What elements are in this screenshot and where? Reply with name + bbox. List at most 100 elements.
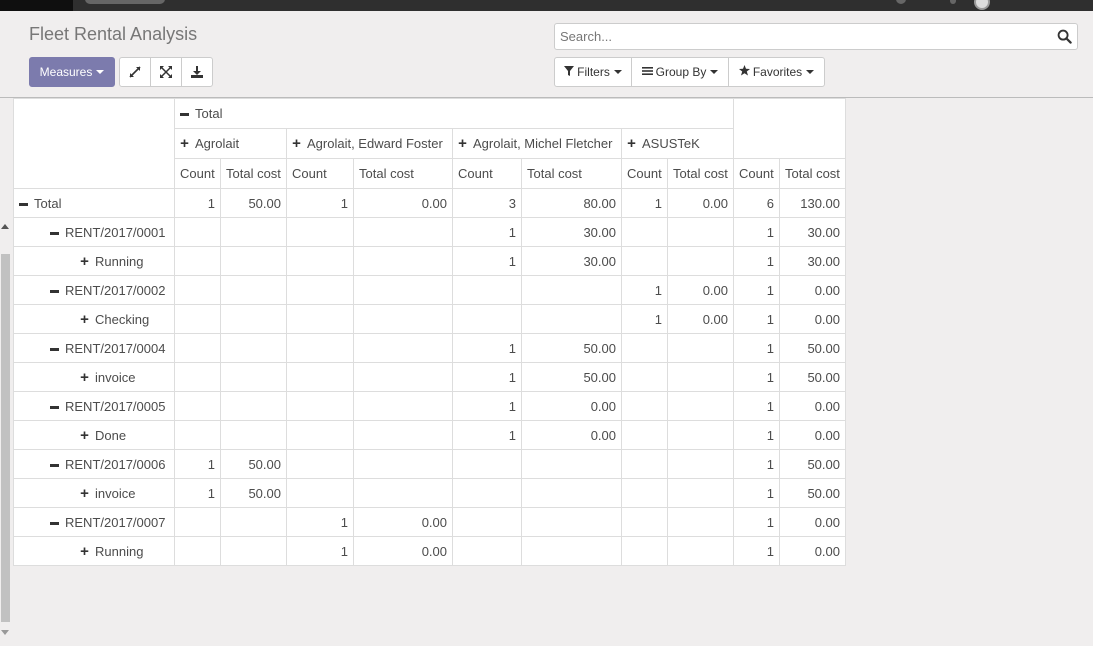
pivot-cell[interactable]: 0.00 bbox=[667, 304, 734, 334]
pivot-cell[interactable] bbox=[353, 217, 453, 247]
collapse-icon[interactable] bbox=[50, 341, 59, 356]
pivot-cell[interactable] bbox=[667, 449, 734, 479]
pivot-cell[interactable] bbox=[220, 333, 287, 363]
expand-header-icon[interactable]: + bbox=[80, 254, 89, 269]
col-header-group[interactable]: + Agrolait bbox=[174, 128, 287, 159]
pivot-cell[interactable] bbox=[286, 275, 354, 305]
scroll-down-arrow-icon[interactable] bbox=[1, 630, 9, 635]
pivot-cell[interactable]: 1 bbox=[174, 449, 221, 479]
measure-header-total-cost[interactable]: Total cost bbox=[220, 158, 287, 189]
expand-header-icon[interactable]: + bbox=[627, 136, 636, 151]
pivot-cell[interactable] bbox=[621, 536, 668, 566]
row-header[interactable]: + Done bbox=[13, 420, 175, 450]
pivot-cell[interactable] bbox=[220, 275, 287, 305]
pivot-total-cell[interactable]: 1 bbox=[733, 478, 780, 508]
pivot-total-cell[interactable]: 0.00 bbox=[779, 275, 846, 305]
collapse-icon[interactable] bbox=[50, 283, 59, 298]
pivot-cell[interactable]: 0.00 bbox=[521, 391, 622, 421]
pivot-total-cell[interactable]: 50.00 bbox=[779, 449, 846, 479]
pivot-cell[interactable]: 80.00 bbox=[521, 188, 622, 218]
measure-header-count[interactable]: Count bbox=[621, 158, 668, 189]
collapse-icon[interactable] bbox=[50, 515, 59, 530]
pivot-cell[interactable] bbox=[220, 536, 287, 566]
pivot-cell[interactable] bbox=[286, 420, 354, 450]
pivot-cell[interactable] bbox=[667, 507, 734, 537]
pivot-cell[interactable] bbox=[174, 507, 221, 537]
pivot-cell[interactable]: 1 bbox=[286, 507, 354, 537]
download-button[interactable] bbox=[181, 57, 213, 87]
pivot-cell[interactable] bbox=[521, 536, 622, 566]
expand-header-icon[interactable]: + bbox=[80, 544, 89, 559]
pivot-cell[interactable] bbox=[353, 449, 453, 479]
favorites-button[interactable]: Favorites bbox=[728, 57, 825, 87]
pivot-cell[interactable] bbox=[220, 391, 287, 421]
pivot-cell[interactable] bbox=[353, 275, 453, 305]
fullscreen-button[interactable] bbox=[150, 57, 182, 87]
navbar-menu-fragment[interactable] bbox=[85, 0, 165, 4]
pivot-cell[interactable] bbox=[521, 449, 622, 479]
pivot-cell[interactable]: 1 bbox=[174, 478, 221, 508]
row-header[interactable]: + Checking bbox=[13, 304, 175, 334]
measure-header-count[interactable]: Count bbox=[733, 158, 780, 189]
expand-button[interactable] bbox=[119, 57, 151, 87]
row-header[interactable]: + invoice bbox=[13, 478, 175, 508]
pivot-cell[interactable] bbox=[452, 449, 522, 479]
pivot-cell[interactable]: 0.00 bbox=[353, 188, 453, 218]
pivot-cell[interactable]: 1 bbox=[621, 188, 668, 218]
pivot-cell[interactable]: 0.00 bbox=[667, 188, 734, 218]
pivot-total-cell[interactable]: 1 bbox=[733, 449, 780, 479]
pivot-cell[interactable] bbox=[174, 536, 221, 566]
pivot-cell[interactable]: 0.00 bbox=[353, 507, 453, 537]
row-header[interactable]: RENT/2017/0005 bbox=[13, 391, 175, 421]
pivot-cell[interactable]: 3 bbox=[452, 188, 522, 218]
measure-header-total-cost[interactable]: Total cost bbox=[353, 158, 453, 189]
row-header[interactable]: RENT/2017/0002 bbox=[13, 275, 175, 305]
pivot-cell[interactable] bbox=[220, 362, 287, 392]
pivot-total-cell[interactable]: 130.00 bbox=[779, 188, 846, 218]
pivot-cell[interactable] bbox=[667, 362, 734, 392]
pivot-cell[interactable]: 1 bbox=[452, 362, 522, 392]
collapse-icon[interactable] bbox=[19, 196, 28, 211]
measure-header-total-cost[interactable]: Total cost bbox=[521, 158, 622, 189]
pivot-cell[interactable] bbox=[286, 478, 354, 508]
scrollbar-thumb[interactable] bbox=[1, 254, 10, 622]
pivot-cell[interactable] bbox=[286, 362, 354, 392]
user-avatar[interactable] bbox=[974, 0, 990, 10]
pivot-total-cell[interactable]: 30.00 bbox=[779, 217, 846, 247]
pivot-cell[interactable] bbox=[452, 536, 522, 566]
pivot-cell[interactable] bbox=[174, 391, 221, 421]
pivot-cell[interactable] bbox=[220, 217, 287, 247]
pivot-cell[interactable]: 1 bbox=[286, 536, 354, 566]
expand-header-icon[interactable]: + bbox=[80, 428, 89, 443]
row-header[interactable]: + Running bbox=[13, 536, 175, 566]
pivot-cell[interactable] bbox=[353, 362, 453, 392]
measures-button[interactable]: Measures bbox=[29, 57, 115, 87]
pivot-total-cell[interactable]: 0.00 bbox=[779, 304, 846, 334]
pivot-cell[interactable] bbox=[174, 362, 221, 392]
pivot-total-cell[interactable]: 50.00 bbox=[779, 333, 846, 363]
pivot-cell[interactable] bbox=[286, 391, 354, 421]
expand-header-icon[interactable]: + bbox=[80, 312, 89, 327]
group-by-button[interactable]: Group By bbox=[631, 57, 729, 87]
pivot-total-cell[interactable]: 1 bbox=[733, 362, 780, 392]
pivot-cell[interactable] bbox=[621, 420, 668, 450]
measure-header-count[interactable]: Count bbox=[174, 158, 221, 189]
search-box[interactable] bbox=[554, 23, 1078, 50]
pivot-cell[interactable] bbox=[667, 536, 734, 566]
pivot-cell[interactable]: 1 bbox=[621, 275, 668, 305]
pivot-cell[interactable] bbox=[353, 304, 453, 334]
pivot-cell[interactable] bbox=[621, 362, 668, 392]
pivot-cell[interactable] bbox=[353, 391, 453, 421]
pivot-cell[interactable] bbox=[667, 333, 734, 363]
pivot-cell[interactable]: 50.00 bbox=[521, 362, 622, 392]
pivot-cell[interactable] bbox=[452, 275, 522, 305]
pivot-total-cell[interactable]: 0.00 bbox=[779, 391, 846, 421]
expand-header-icon[interactable]: + bbox=[180, 136, 189, 151]
pivot-cell[interactable] bbox=[353, 478, 453, 508]
pivot-cell[interactable] bbox=[353, 420, 453, 450]
row-header[interactable]: + invoice bbox=[13, 362, 175, 392]
pivot-cell[interactable]: 50.00 bbox=[521, 333, 622, 363]
pivot-cell[interactable]: 1 bbox=[621, 304, 668, 334]
pivot-cell[interactable] bbox=[667, 391, 734, 421]
collapse-icon[interactable] bbox=[50, 457, 59, 472]
